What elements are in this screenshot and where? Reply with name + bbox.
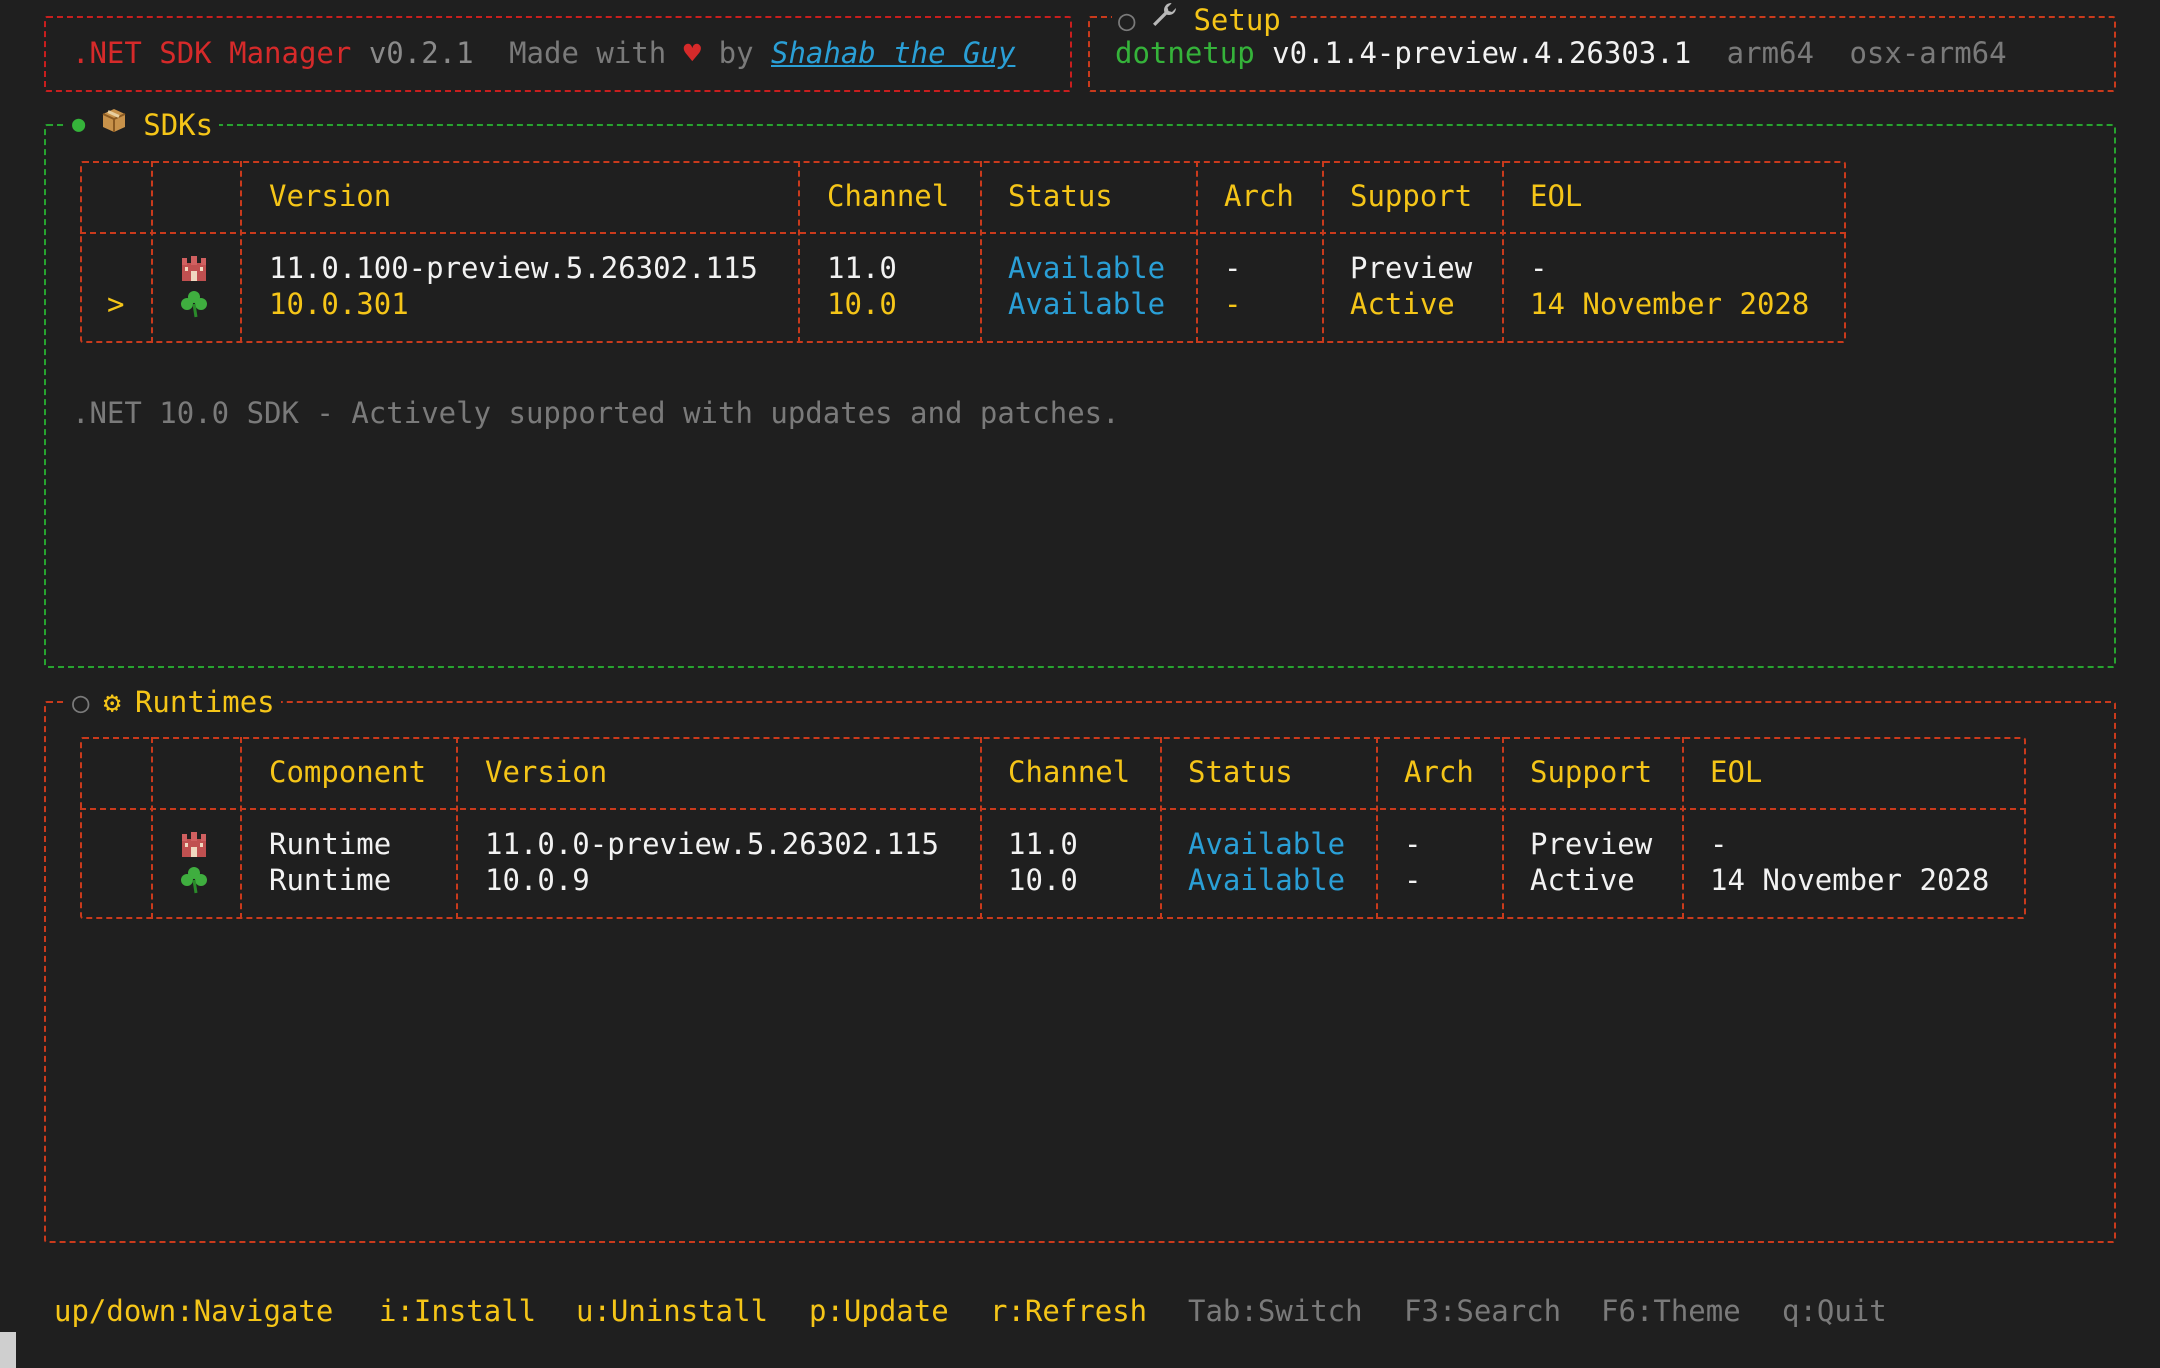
sdk-support: Preview	[1350, 251, 1473, 285]
package-icon	[99, 105, 129, 145]
castle-icon	[180, 253, 208, 283]
header-line: .NET SDK Manager v0.2.1 Made with ♥ by S…	[72, 35, 1015, 71]
app-name: .NET SDK Manager	[72, 36, 352, 70]
key-install[interactable]: i:Install	[379, 1293, 536, 1329]
sdk-status: Available	[1008, 251, 1166, 285]
key-theme[interactable]: F6:Theme	[1601, 1293, 1741, 1329]
runtimes-header-divider	[80, 808, 2026, 810]
col-divider	[1502, 737, 1504, 919]
sdks-col-support[interactable]: Support	[1350, 178, 1472, 214]
sdk-channel: 10.0	[827, 287, 897, 321]
runtime-arch: -	[1404, 863, 1422, 897]
setup-panel-title: ○ Setup	[1112, 0, 1287, 40]
runtime-support: Active	[1530, 863, 1635, 897]
key-navigate[interactable]: up/down:Navigate	[54, 1293, 333, 1329]
runtime-channel: 10.0	[1008, 863, 1078, 897]
col-divider	[1322, 161, 1324, 343]
sdks-col-version[interactable]: Version	[269, 178, 391, 214]
runtime-component: Runtime	[269, 827, 392, 861]
castle-icon	[180, 829, 208, 859]
col-divider	[1502, 161, 1504, 343]
runtimes-panel-title: ○ ⚙ Runtimes	[66, 682, 281, 722]
setup-title: Setup	[1193, 3, 1281, 37]
key-uninstall[interactable]: u:Uninstall	[576, 1293, 768, 1329]
key-switch[interactable]: Tab:Switch	[1188, 1293, 1363, 1329]
sdk-version: 10.0.301	[269, 287, 409, 321]
col-divider	[151, 737, 153, 919]
setup-line: dotnetup v0.1.4-preview.4.26303.1 arm64 …	[1115, 35, 2007, 71]
col-divider	[151, 161, 153, 343]
runtime-eol: -	[1710, 827, 1728, 861]
sdk-description: .NET 10.0 SDK - Actively supported with …	[72, 396, 1120, 430]
runtimes-col-eol[interactable]: EOL	[1710, 754, 1762, 790]
app-version: v0.2.1	[368, 36, 474, 70]
runtimes-col-support[interactable]: Support	[1530, 754, 1652, 790]
col-divider	[240, 737, 242, 919]
setup-tool: dotnetup	[1115, 36, 1255, 70]
col-divider	[1160, 737, 1162, 919]
sdk-version: 11.0.100-preview.5.26302.115	[269, 251, 758, 285]
col-divider	[980, 737, 982, 919]
by-label: by	[718, 36, 754, 70]
runtime-version: 11.0.0-preview.5.26302.115	[485, 827, 939, 861]
col-divider	[980, 161, 982, 343]
key-quit[interactable]: q:Quit	[1782, 1293, 1887, 1329]
col-divider	[798, 161, 800, 343]
sdks-col-status[interactable]: Status	[1008, 178, 1113, 214]
gear-icon: ⚙	[103, 685, 121, 719]
clover-icon	[180, 289, 208, 319]
runtime-component: Runtime	[269, 863, 392, 897]
sdk-support: Active	[1350, 287, 1455, 321]
col-divider	[456, 737, 458, 919]
runtimes-col-status[interactable]: Status	[1188, 754, 1293, 790]
sdks-header-divider	[80, 232, 1846, 234]
runtime-support: Preview	[1530, 827, 1653, 861]
wrench-icon	[1149, 0, 1179, 40]
sdk-arch: -	[1224, 287, 1242, 321]
runtime-status: Available	[1188, 863, 1346, 897]
key-search[interactable]: F3:Search	[1404, 1293, 1561, 1329]
made-with-label: Made with	[509, 36, 667, 70]
runtimes-col-version[interactable]: Version	[485, 754, 607, 790]
heart-icon: ♥	[683, 36, 702, 70]
runtime-arch: -	[1404, 827, 1422, 861]
col-divider	[1376, 737, 1378, 919]
setup-rid: osx-arm64	[1849, 36, 2007, 70]
panel-indicator-icon: ○	[72, 685, 90, 719]
runtimes-col-component[interactable]: Component	[269, 754, 426, 790]
panel-indicator-icon: ○	[1118, 3, 1136, 37]
key-update[interactable]: p:Update	[809, 1293, 949, 1329]
sdk-status: Available	[1008, 287, 1166, 321]
key-refresh[interactable]: r:Refresh	[990, 1293, 1147, 1329]
terminal-cursor	[0, 1332, 16, 1368]
runtime-status: Available	[1188, 827, 1346, 861]
sdk-eol: 14 November 2028	[1530, 287, 1810, 321]
runtime-version: 10.0.9	[485, 863, 590, 897]
sdk-eol: -	[1530, 251, 1548, 285]
sdks-panel-title: ● SDKs	[66, 105, 220, 145]
clover-icon	[180, 865, 208, 895]
sdks-title: SDKs	[143, 108, 214, 142]
sdk-channel: 11.0	[827, 251, 897, 285]
runtime-eol: 14 November 2028	[1710, 863, 1990, 897]
sdks-col-arch[interactable]: Arch	[1224, 178, 1294, 214]
col-divider	[1196, 161, 1198, 343]
setup-tool-version: v0.1.4-preview.4.26303.1	[1272, 36, 1692, 70]
col-divider	[1682, 737, 1684, 919]
sdks-col-eol[interactable]: EOL	[1530, 178, 1582, 214]
setup-arch: arm64	[1726, 36, 1814, 70]
active-panel-indicator-icon: ●	[72, 112, 86, 137]
sdks-col-channel[interactable]: Channel	[827, 178, 949, 214]
selection-marker: >	[107, 287, 125, 321]
sdk-arch: -	[1224, 251, 1242, 285]
author-link[interactable]: Shahab the Guy	[771, 36, 1015, 70]
runtimes-col-arch[interactable]: Arch	[1404, 754, 1474, 790]
col-divider	[240, 161, 242, 343]
runtime-channel: 11.0	[1008, 827, 1078, 861]
runtimes-title: Runtimes	[134, 685, 275, 719]
runtimes-col-channel[interactable]: Channel	[1008, 754, 1130, 790]
